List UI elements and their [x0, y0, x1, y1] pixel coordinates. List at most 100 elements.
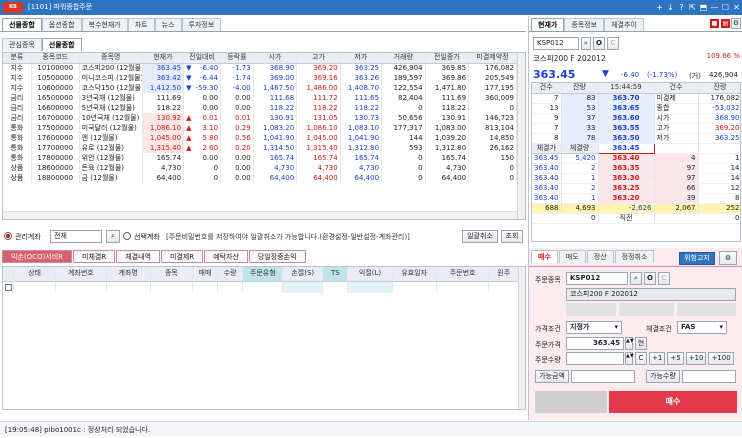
download-icon[interactable]: ↓ — [665, 0, 676, 15]
qty-button-2[interactable]: +5 — [667, 352, 684, 365]
table-row[interactable]: 금리 16500000 3년국채 (12월물) 111.69 0.00 0.00 111.6… — [3, 93, 517, 103]
bid-row[interactable]: 363.40 2 363.35 97 14 — [532, 163, 740, 174]
tab-left-0[interactable]: 선물종합 — [2, 18, 42, 31]
ask-row[interactable]: 8 78 363.50 저가 363.25 — [532, 133, 740, 144]
table-row[interactable]: 통화 17700000 유로 (12월물) 1,315.40 ▲ 2.60 0.20 1,31… — [3, 143, 517, 153]
current-price-button[interactable]: 현 — [635, 337, 647, 350]
orders-vscroll[interactable] — [518, 267, 525, 409]
ask-row[interactable]: 13 53 363.65 종합 -53,032 — [532, 103, 740, 114]
table-row[interactable]: 지수 10500000 미니코스피 (12월물) 363.42 ▼ -6.44 -1.74 3… — [3, 73, 517, 83]
entry-tab-1[interactable]: 매도 — [558, 250, 586, 263]
order-tab-1[interactable]: 미체결R — [73, 250, 116, 263]
cell-high: 118.22 — [296, 103, 341, 113]
order-tab-3[interactable]: 미결제R — [160, 250, 204, 263]
table-vscroll[interactable] — [517, 53, 525, 219]
gear-icon[interactable]: ⚙ — [731, 18, 741, 29]
table-row[interactable]: 금리 16700000 10년국채 (12월물) 130.92 ▲ 0.01 0.01 130… — [3, 113, 517, 123]
calc-icon[interactable]: C — [607, 37, 619, 50]
managed-account-radio[interactable] — [4, 232, 12, 240]
option-icon[interactable]: O — [593, 37, 605, 50]
ask-row[interactable]: 9 37 363.60 시가 368.90 — [532, 113, 740, 124]
subtab-0[interactable]: 관심종목 — [2, 38, 42, 51]
table-row[interactable]: 지수 10100000 코스피200 (12월물) 363.45 ▼ -6.40 -1.73… — [3, 63, 517, 73]
qty-button-0[interactable]: C — [635, 352, 647, 365]
tab-left-5[interactable]: 투자정보 — [181, 18, 222, 31]
table-hscroll[interactable] — [3, 211, 517, 219]
quote-code-input[interactable]: KSP012 — [533, 37, 579, 50]
entry-tab-2[interactable]: 정산 — [586, 250, 614, 263]
order-price-input[interactable]: 363.45 — [566, 337, 624, 350]
quote-tab-1[interactable]: 종목정보 — [564, 18, 605, 31]
popout-icon[interactable]: ⇱ — [687, 0, 698, 15]
search-icon[interactable]: ⌕ — [106, 230, 120, 243]
order-tab-2[interactable]: 체결내역 — [116, 250, 160, 263]
subtab-1[interactable]: 선물종합 — [41, 38, 82, 51]
order-qty-input[interactable] — [566, 352, 624, 365]
available-qty-button[interactable]: 가능수량 — [646, 370, 680, 383]
table-row[interactable]: 통화 17600000 엔 (12월물) 1,045.00 ▲ 5.80 0.56 1,041… — [3, 133, 517, 143]
cell-low: 1,083.10 — [340, 123, 383, 133]
buy-button[interactable]: 매수 — [609, 391, 737, 413]
table-row[interactable]: 상품 18600000 돈육 (12월물) 4,730 0 0.00 4,730 4,730 4… — [3, 163, 517, 173]
cell-open: 64,400 — [253, 173, 298, 183]
qty-button-4[interactable]: +100 — [708, 352, 734, 365]
orderbook-header: 건수 — [532, 83, 562, 94]
quote-tab-0[interactable]: 현재가 — [531, 18, 565, 31]
option-icon[interactable]: O — [644, 272, 656, 285]
tab-left-1[interactable]: 옵션종합 — [41, 18, 82, 31]
close-icon[interactable]: ✕ — [731, 0, 742, 15]
entry-tab-3[interactable]: 정정취소 — [614, 250, 655, 263]
table-row[interactable]: 상품 18800000 금 (12월물) 64,400 0 0.00 64,400 64,40… — [3, 173, 517, 183]
search-icon[interactable]: ⌕ — [581, 37, 591, 50]
cancel-all-button[interactable]: 일괄취소 — [462, 230, 498, 243]
order-tab-5[interactable]: 당일장중손익 — [248, 250, 306, 263]
cell-price: 64,400 — [142, 173, 185, 183]
minimize-icon[interactable]: — — [709, 0, 720, 15]
exec-condition-select[interactable]: FAS ▾ — [677, 321, 727, 334]
quick-order-icon[interactable]: ■ — [710, 19, 719, 28]
window-link-icon[interactable]: ▤ — [721, 19, 730, 28]
price-stepper[interactable]: ▲▼ — [625, 337, 634, 350]
bid-row[interactable]: 363.45 5,420 363.40 4 1 — [532, 153, 740, 164]
table-row[interactable]: 통화 17500000 미국달러 (12월물) 1,086.10 ▲ 3.10 0.29 1,… — [3, 123, 517, 133]
tab-left-3[interactable]: 차트 — [127, 18, 155, 31]
ask-row[interactable]: 7 83 363.70 미결제 176,082 — [532, 93, 740, 104]
cell-price: 118.22 — [142, 103, 185, 113]
order-tab-0[interactable]: 익손(OCO)서비R — [2, 250, 72, 263]
qty-stepper[interactable]: ▲▼ — [625, 352, 634, 365]
query-button[interactable]: 조회 — [501, 230, 523, 243]
search-icon[interactable]: ⌕ — [630, 272, 642, 285]
tab-left-4[interactable]: 뉴스 — [154, 18, 182, 31]
maximize-icon[interactable]: ☐ — [720, 0, 731, 15]
cell-prev-close: 369.86 — [425, 73, 470, 83]
ask-price: 363.70 — [598, 93, 655, 104]
quote-change: -6.40 — [621, 71, 640, 79]
account-select[interactable]: 전체 — [50, 230, 102, 243]
layout-icon[interactable]: ⬒ — [698, 0, 709, 15]
settings-gear-icon[interactable]: ⚙ — [719, 251, 737, 265]
table-row[interactable]: 지수 10600000 코스닥150 (12월물) 1,412.50 ▼ -59.30 -4… — [3, 83, 517, 93]
table-row[interactable]: 통화 17800000 위안 (12월물) 165.74 0.00 0.00 165.74 1… — [3, 153, 517, 163]
price-condition-select[interactable]: 지정가 ▾ — [566, 321, 622, 334]
ask-row[interactable]: 7 33 363.55 고가 369.20 — [532, 123, 740, 134]
ask-count: 9 — [532, 113, 562, 124]
table-row[interactable]: 금리 16600000 5년국채 (12월물) 118.22 0.00 0.00 118.2… — [3, 103, 517, 113]
help-icon[interactable]: ? — [676, 0, 687, 15]
risk-notice-button[interactable]: 위험고지 — [679, 252, 715, 265]
available-amount-button[interactable]: 가능금액 — [535, 370, 569, 383]
plus-icon[interactable]: + — [654, 0, 665, 15]
row-checkbox[interactable] — [3, 281, 14, 293]
bid-row[interactable]: 363.40 1 363.30 97 14 — [532, 173, 740, 184]
select-account-radio[interactable] — [123, 232, 131, 240]
qty-button-3[interactable]: +10 — [685, 352, 707, 365]
order-code-input[interactable]: KSP012 — [566, 272, 628, 285]
bid-row[interactable]: 363.40 1 363.20 39 8 — [532, 193, 740, 204]
quote-tab-2[interactable]: 체결추이 — [604, 18, 644, 31]
bid-row[interactable]: 363.40 2 363.25 66 12 — [532, 183, 740, 194]
tab-left-2[interactable]: 복수현재가 — [81, 18, 128, 31]
entry-tab-0[interactable]: 매수 — [531, 250, 558, 263]
calc-icon[interactable]: C — [658, 272, 670, 285]
order-tab-4[interactable]: 예탁자산 — [204, 250, 248, 263]
qty-button-1[interactable]: +1 — [649, 352, 666, 365]
cell-name: 10년국채 (12월물) — [79, 113, 143, 123]
